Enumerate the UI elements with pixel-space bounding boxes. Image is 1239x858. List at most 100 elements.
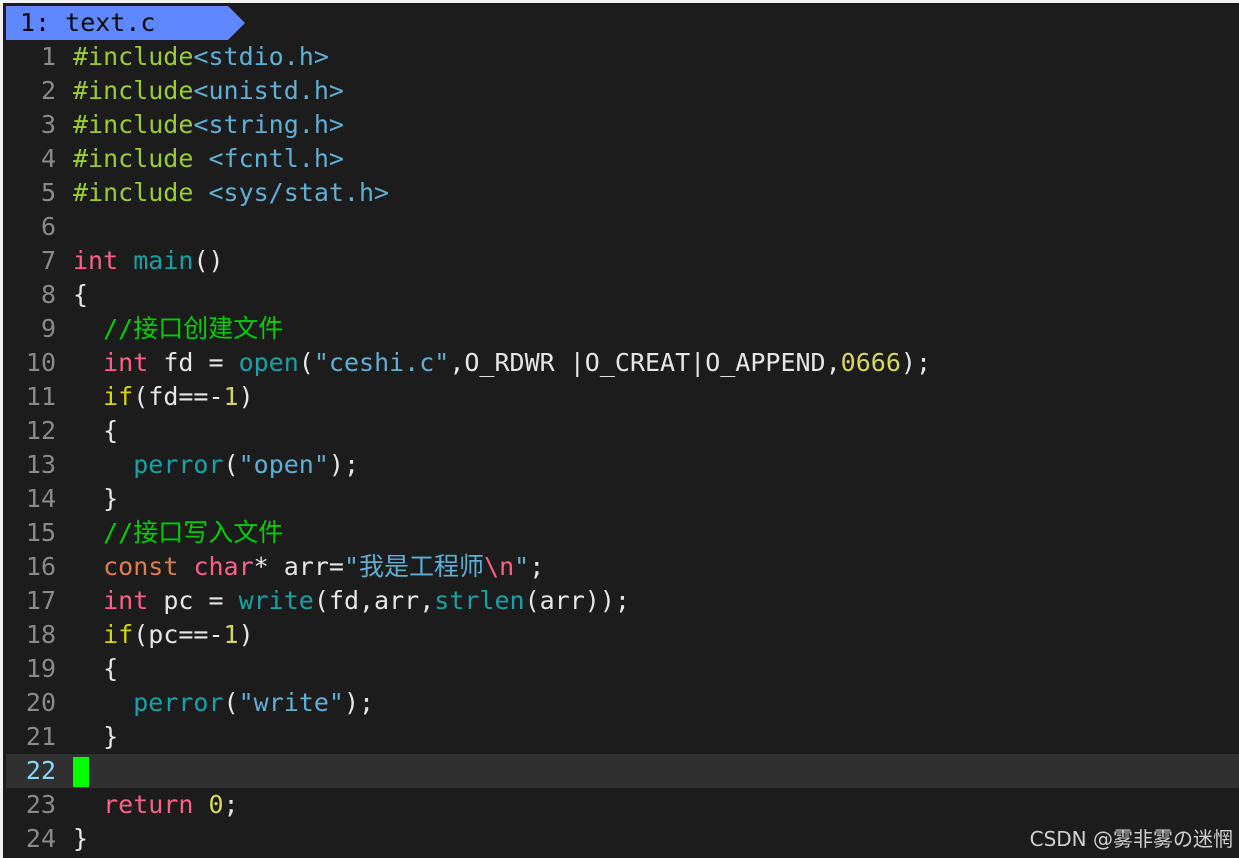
code-line[interactable]: 17 int pc = write(fd,arr,strlen(arr)); [6,584,1239,618]
code-line[interactable]: 7 int main() [6,244,1239,278]
code-token: #include [73,42,194,71]
line-number: 4 [25,144,56,173]
code-text: if(pc==-1) [73,620,254,649]
code-line[interactable]: 5 #include <sys/stat.h> [6,176,1239,210]
code-token: ( [223,450,239,479]
code-token: { [73,416,119,445]
code-area[interactable]: 1 #include<stdio.h> 2 #include<unistd.h> 3… [6,40,1239,856]
code-text: #include<stdio.h> [73,42,329,71]
code-token: { [73,280,89,309]
code-line[interactable]: 14 } [6,482,1239,516]
code-token: open [238,348,299,377]
code-text: //接口创建文件 [73,314,283,343]
code-token: ) [238,382,254,411]
code-text: #include<unistd.h> [73,76,344,105]
code-token: } [73,484,119,513]
text-cursor [73,757,89,787]
code-line[interactable]: 1 #include<stdio.h> [6,40,1239,74]
code-token: int [103,348,149,377]
line-number: 8 [25,280,56,309]
code-token: #include [73,110,194,139]
code-text: #include <fcntl.h> [73,144,344,173]
code-token: fd = [148,348,239,377]
tab-text-c[interactable]: 1: text.c [6,6,228,40]
code-line[interactable]: 3 #include<string.h> [6,108,1239,142]
code-token: main [133,246,194,275]
tab-line: 1: text.c [6,6,1239,40]
line-number: 20 [25,688,56,717]
code-line[interactable]: 8{ [6,278,1239,312]
code-line[interactable]: 4 #include <fcntl.h> [6,142,1239,176]
code-token: (arr)); [524,586,630,615]
line-number: 6 [25,212,56,241]
code-line[interactable]: 11 if(fd==-1) [6,380,1239,414]
code-line[interactable]: 21 } [6,720,1239,754]
code-text: const char* arr="我是工程师\n"; [73,552,544,581]
code-token: ); [328,450,360,479]
line-number: 17 [25,586,56,615]
code-token: "ceshi.c" [313,348,450,377]
code-token: 0666 [840,348,901,377]
code-line[interactable]: 23 return 0; [6,788,1239,822]
code-token: int [73,246,119,275]
code-text: #include<string.h> [73,110,344,139]
code-line[interactable]: 20 perror("write"); [6,686,1239,720]
code-token: #include [73,178,209,207]
code-token: " [514,552,530,581]
code-token: if [103,620,134,649]
code-token: * arr= [253,552,344,581]
line-number: 23 [25,790,56,819]
code-token: <string.h> [193,110,344,139]
code-line[interactable]: 19 { [6,652,1239,686]
line-number: 19 [25,654,56,683]
code-line[interactable]: 6 [6,210,1239,244]
code-line[interactable]: 13 perror("open"); [6,448,1239,482]
code-token: perror [133,450,224,479]
line-number: 2 [25,76,56,105]
editor-window: 1: text.c 1 #include<stdio.h> 2 #include<u… [0,0,1239,858]
code-token: #include [73,76,194,105]
code-token: ; [529,552,545,581]
code-token: 1 [223,382,239,411]
code-token: "write" [238,688,344,717]
line-number: 5 [25,178,56,207]
code-token: int [103,586,149,615]
code-line[interactable]: 10 int fd = open("ceshi.c",O_RDWR |O_CRE… [6,346,1239,380]
code-token: 1 [223,620,239,649]
line-number: 9 [25,314,56,343]
code-line[interactable]: 2 #include<unistd.h> [6,74,1239,108]
line-number: 1 [25,42,56,71]
code-line[interactable]: 12 { [6,414,1239,448]
code-token: } [73,824,89,853]
code-token: //接口创建文件 [103,314,284,343]
code-text: { [73,280,88,309]
code-line[interactable]: 16 const char* arr="我是工程师\n"; [6,550,1239,584]
code-text: perror("write"); [73,688,374,717]
code-token: ) [238,620,254,649]
code-token: (fd==- [133,382,224,411]
line-number: 12 [25,416,56,445]
code-text: { [73,416,118,445]
code-line[interactable]: 18 if(pc==-1) [6,618,1239,652]
code-token: "我是工程师 [343,552,485,581]
code-token: <stdio.h> [193,42,329,71]
code-line[interactable]: 22 [6,754,1239,788]
code-token: write [238,586,314,615]
code-line[interactable]: 15 //接口写入文件 [6,516,1239,550]
line-number: 16 [25,552,56,581]
code-text: int main() [73,246,224,275]
code-token: ( [298,348,314,377]
code-token: (fd,arr, [313,586,435,615]
code-token: <sys/stat.h> [208,178,390,207]
code-token: { [73,654,119,683]
code-token: ; [223,790,239,819]
line-number: 11 [25,382,56,411]
code-token: <unistd.h> [193,76,344,105]
code-line[interactable]: 9 //接口创建文件 [6,312,1239,346]
